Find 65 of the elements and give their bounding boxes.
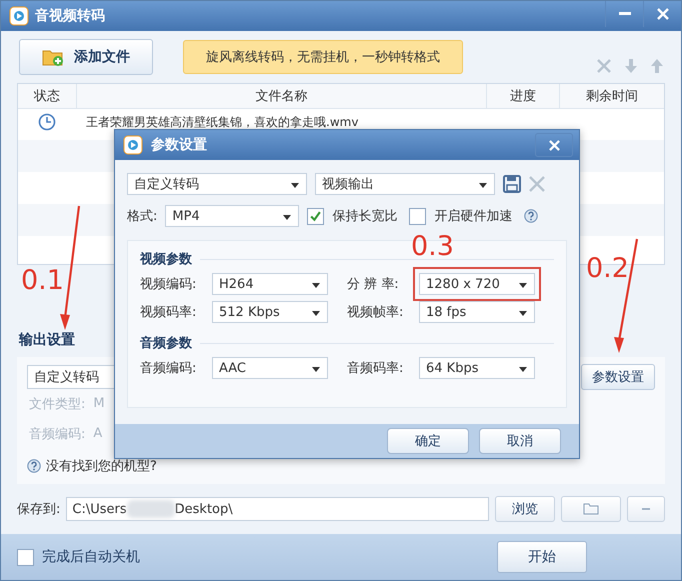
minimize-icon [618,12,630,16]
save-path-field[interactable]: C:\Users Desktop\ [66,497,489,522]
section-title: 视频参数 [140,251,192,268]
cancel-button[interactable]: 取消 [479,428,561,454]
dialog-title: 参数设置 [151,136,207,154]
annotation-label: 0.2 [586,253,629,284]
field-label: 分 辨 率: [347,276,400,293]
app-logo-icon [9,6,29,26]
save-icon[interactable] [503,175,521,193]
field-value: A [93,426,102,442]
dropdown[interactable]: H264 [212,273,328,295]
browse-button[interactable]: 浏览 [495,496,555,522]
annotation-label: 0.3 [411,231,454,262]
checkbox-label: 完成后自动关机 [42,548,140,566]
dropdown[interactable]: 64 Kbps [419,357,535,379]
start-button[interactable]: 开始 [497,541,587,574]
field-value: M [93,396,105,412]
output-dropdown[interactable]: 视频输出 [315,173,495,195]
dropdown[interactable]: AAC [212,357,328,379]
folder-icon [583,503,599,516]
field-label: 音频码率: [347,360,404,377]
ok-button[interactable]: 确定 [387,428,469,454]
field-label: 视频码率: [140,304,198,321]
help-icon[interactable] [524,209,538,223]
close-icon [548,140,560,150]
field-label: 音频编码: [29,426,86,443]
dropdown[interactable]: 18 fps [419,301,535,323]
field-label: 文件类型: [29,396,86,413]
move-up-icon[interactable] [651,59,663,73]
move-down-icon[interactable] [625,59,637,73]
add-file-button[interactable]: 添加文件 [19,39,153,75]
field-label: 视频编码: [140,276,198,293]
preset-dropdown[interactable]: 自定义转码 [127,173,307,195]
close-button[interactable] [535,133,573,157]
help-icon[interactable] [27,458,41,473]
clock-icon [38,113,56,131]
app-logo-icon [123,135,143,155]
field-label: 视频帧率: [347,304,404,321]
parameter-settings-button[interactable]: 参数设置 [581,364,655,390]
window-title: 音视频转码 [35,7,105,25]
dropdown[interactable]: 1280 x 720 [419,273,535,295]
close-icon [656,8,668,20]
checkbox[interactable] [17,548,34,566]
section-title: 输出设置 [19,331,75,350]
help-link[interactable]: 没有找到您的机型? [46,456,157,475]
file-name: 王者荣耀男英雄高清壁纸集锦，喜欢的拿走哦.wmv [85,114,360,130]
column-header: 状态 [18,84,77,108]
column-header: 进度 [487,84,560,108]
more-button[interactable] [627,496,665,522]
promo-banner: 旋风离线转码，无需挂机，一秒钟转格式 [183,40,463,74]
annotation-label: 0.1 [21,265,64,296]
delete-icon[interactable] [529,176,545,192]
format-label: 格式: [127,208,158,225]
section-title: 音频参数 [140,334,192,352]
column-header: 剩余时间 [585,88,639,106]
checkbox-label: 保持长宽比 [332,208,398,225]
dropdown[interactable]: 512 Kbps [212,301,328,323]
folder-button[interactable] [561,496,621,522]
save-label: 保存到: [17,501,60,518]
checkbox-label: 开启硬件加速 [434,208,512,225]
delete-icon[interactable] [597,59,611,73]
checkbox[interactable] [409,208,426,224]
checkbox[interactable] [307,208,324,224]
column-header: 文件名称 [77,84,487,108]
format-dropdown[interactable]: MP4 [165,205,300,227]
